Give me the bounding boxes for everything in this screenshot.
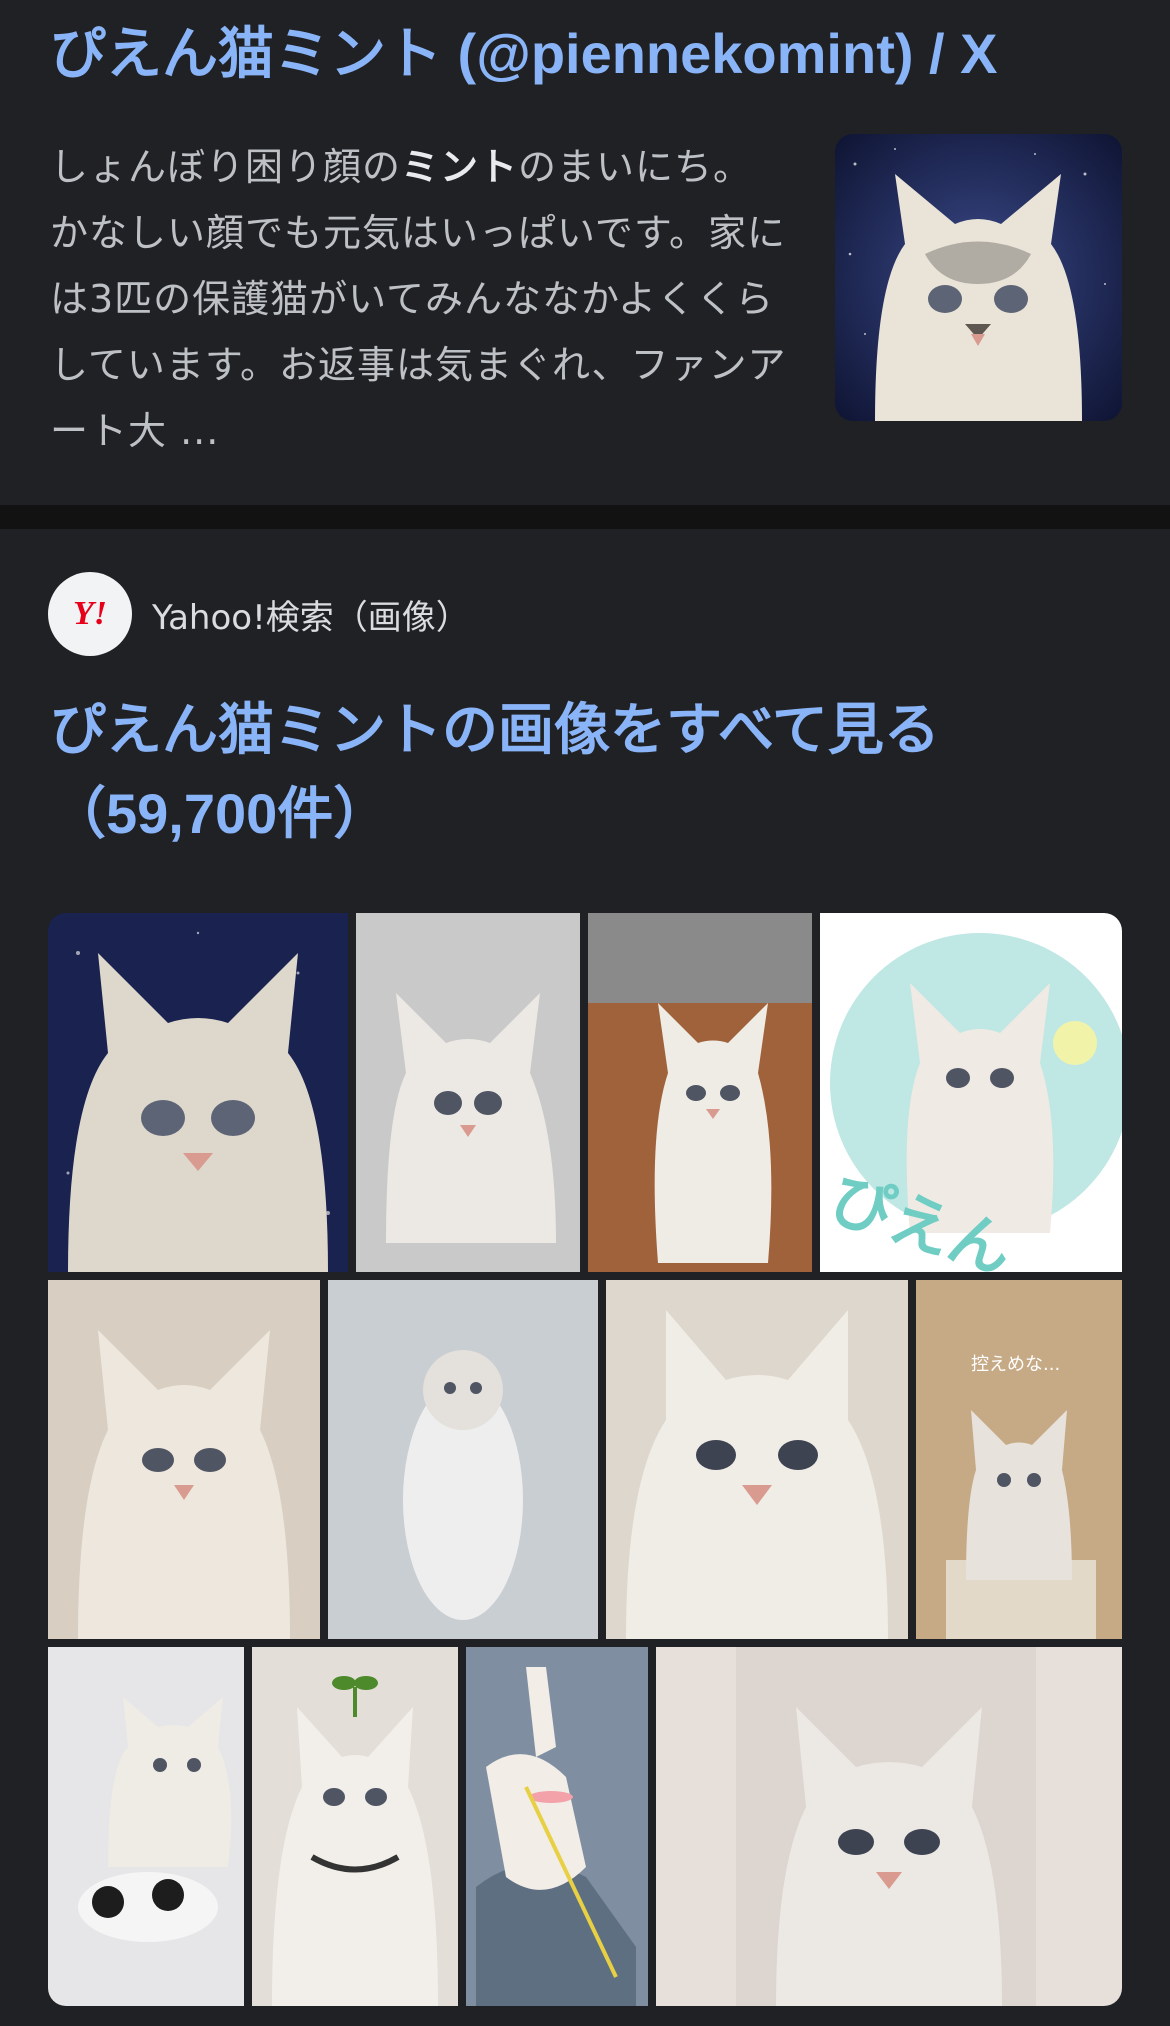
snippet-suffix: のまいにち。かなしい顔でも元気はいっぱいです。家には3匹の保護猫がいてみんななか… [50,145,787,453]
image-tile[interactable]: 控えめな... [916,1280,1122,1639]
source-name: Yahoo!検索（画像） [152,597,470,638]
cat-photo-icon [466,1647,648,2006]
cat-photo-icon [356,913,580,1272]
image-grid: ぴえん 控えめな... [48,913,1122,2014]
svg-text:控えめな...: 控えめな... [971,1354,1060,1375]
cat-photo-icon [328,1280,598,1639]
yahoo-logo-text: Y! [73,595,107,632]
image-pack-card: Y! Yahoo!検索（画像） ぴえん猫ミントの画像をすべて見る（59,700件… [0,529,1170,2026]
result-thumbnail[interactable] [835,134,1122,421]
image-tile[interactable] [656,1647,1122,2006]
image-tile[interactable] [252,1647,458,2006]
result-snippet: しょんぼり困り顔のミントのまいにち。かなしい顔でも元気はいっぱいです。家には3匹… [50,134,790,464]
image-tile[interactable] [588,913,812,1272]
section-divider [0,505,1170,529]
cat-photo-icon [835,134,1122,421]
result-title-link[interactable]: ぴえん猫ミント (@piennekomint) / X [50,14,1130,94]
image-tile[interactable] [48,1647,244,2006]
cat-photo-icon: ぴえん [820,913,1122,1272]
image-tile[interactable] [466,1647,648,2006]
image-row: ぴえん [48,913,1122,1272]
image-tile[interactable] [48,1280,320,1639]
source-row[interactable]: Y! Yahoo!検索（画像） [48,572,470,656]
image-tile[interactable] [328,1280,598,1639]
cat-photo-icon [48,913,348,1272]
cat-photo-icon [656,1647,1122,2006]
image-tile[interactable] [356,913,580,1272]
yahoo-favicon-icon: Y! [48,572,132,656]
image-row [48,1647,1122,2006]
image-row: 控えめな... [48,1280,1122,1639]
view-all-images-link[interactable]: ぴえん猫ミントの画像をすべて見る（59,700件） [50,688,1130,856]
cat-photo-icon [252,1647,458,2006]
snippet-prefix: しょんぼり困り顔の [50,145,402,189]
cat-photo-icon [588,913,812,1272]
result-card-x: ぴえん猫ミント (@piennekomint) / X しょんぼり困り顔のミント… [0,0,1170,505]
image-tile[interactable]: ぴえん [820,913,1122,1272]
cat-photo-icon [48,1280,320,1639]
image-tile[interactable] [606,1280,908,1639]
snippet-highlight: ミント [401,145,519,189]
cat-photo-icon [606,1280,908,1639]
cat-photo-icon: 控えめな... [916,1280,1122,1639]
cat-photo-icon [48,1647,244,2006]
image-tile[interactable] [48,913,348,1272]
